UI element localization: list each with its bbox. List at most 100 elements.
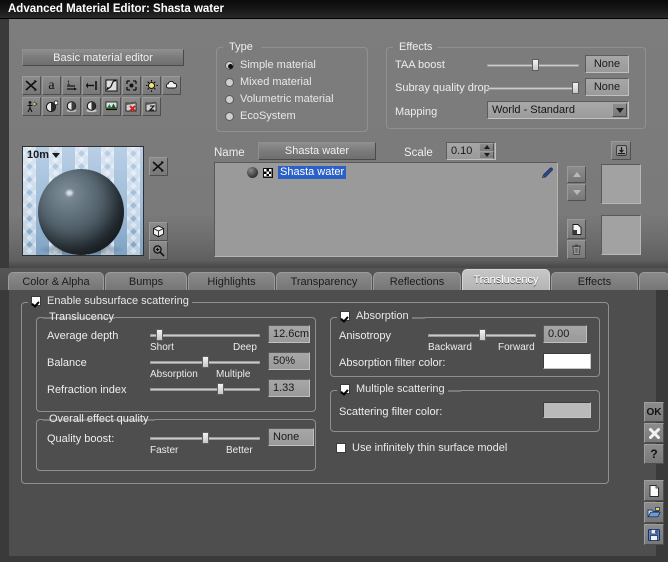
translucency-panel: Enable subsurface scattering Translucenc… <box>9 290 656 556</box>
taa-boost-slider[interactable] <box>487 59 579 71</box>
checkbox-indicator <box>340 384 350 394</box>
absorption-checkbox[interactable]: Absorption <box>337 310 412 322</box>
multiple-scattering-checkbox[interactable]: Multiple scattering <box>337 383 448 395</box>
quality-boost-slider[interactable] <box>150 432 260 444</box>
cloud-icon[interactable] <box>162 76 181 95</box>
average-depth-slider[interactable] <box>150 329 260 341</box>
scale-spinner[interactable] <box>479 143 494 159</box>
help-button[interactable]: ? <box>644 444 664 464</box>
tab-bar: Color & Alpha Bumps Highlights Transpare… <box>0 268 668 290</box>
preview-randomize-button[interactable] <box>149 157 168 176</box>
slider-thumb[interactable] <box>202 432 209 444</box>
slider-thumb[interactable] <box>479 329 486 341</box>
trash-icon[interactable] <box>567 240 586 259</box>
average-depth-value[interactable]: 12.6cm <box>268 325 310 343</box>
preview-scale-label[interactable]: 10m <box>27 149 61 161</box>
thin-surface-checkbox[interactable]: Use infinitely thin surface model <box>336 442 507 454</box>
anisotropy-label: Anisotropy <box>339 330 391 342</box>
new-button[interactable] <box>644 480 664 501</box>
mapping-select[interactable]: World - Standard <box>487 101 629 119</box>
tab-effects[interactable]: Effects <box>551 272 638 290</box>
light-bulb-icon[interactable] <box>142 76 161 95</box>
open-button[interactable] <box>644 502 664 523</box>
quality-boost-value[interactable]: None <box>268 428 314 446</box>
radio-label: EcoSystem <box>240 110 296 122</box>
balance-value[interactable]: 50% <box>268 352 310 370</box>
material-list-item-label: Shasta water <box>278 166 347 179</box>
scale-spinner-up[interactable] <box>479 143 494 152</box>
basic-material-editor-button[interactable]: Basic material editor <box>22 49 184 66</box>
thumbnail-preview-2[interactable] <box>601 215 641 255</box>
preview-shape-button[interactable] <box>149 222 168 241</box>
preview-zoom-button[interactable] <box>149 241 168 260</box>
translucency-group-title: Translucency <box>49 311 115 323</box>
duplicate-button[interactable] <box>567 219 586 239</box>
person-light-icon[interactable] <box>22 97 41 116</box>
terrain-icon[interactable] <box>102 97 121 116</box>
radio-simple-material[interactable]: Simple material <box>225 59 316 71</box>
anisotropy-value[interactable]: 0.00 <box>543 325 587 343</box>
slider-thumb[interactable] <box>155 329 163 341</box>
slider-thumb[interactable] <box>531 59 539 71</box>
absorption-filter-color-swatch[interactable] <box>543 353 591 369</box>
material-name-field[interactable]: Shasta water <box>258 142 376 160</box>
radio-mixed-material[interactable]: Mixed material <box>225 76 312 88</box>
text-a-icon[interactable]: a <box>42 76 61 95</box>
tab-color-alpha[interactable]: Color & Alpha <box>8 272 104 290</box>
checker-icon <box>263 167 273 178</box>
material-list[interactable]: Shasta water <box>214 162 558 257</box>
preview-sphere <box>38 169 124 255</box>
slider-thumb[interactable] <box>217 383 225 395</box>
tab-translucency[interactable]: Translucency <box>462 269 550 290</box>
tab-reflections[interactable]: Reflections <box>373 272 461 290</box>
tab-highlights[interactable]: Highlights <box>188 272 275 290</box>
subray-quality-drop-slider[interactable] <box>487 82 580 94</box>
tab-label: Translucency <box>473 274 539 286</box>
radio-volumetric-material[interactable]: Volumetric material <box>225 93 334 105</box>
ok-button[interactable]: OK <box>644 402 664 422</box>
radio-ecosystem[interactable]: EcoSystem <box>225 110 296 122</box>
material-preview[interactable]: 10m <box>22 146 144 256</box>
slider-thumb[interactable] <box>202 356 209 368</box>
window-title: Advanced Material Editor: Shasta water <box>8 3 225 15</box>
scale-label: Scale <box>404 147 433 159</box>
pencil-icon[interactable] <box>540 166 554 183</box>
move-up-button[interactable] <box>567 166 586 183</box>
chevron-down-icon[interactable] <box>52 152 61 158</box>
radio-indicator <box>225 111 234 121</box>
material-ball-icon[interactable] <box>62 97 81 116</box>
animation-edit-icon[interactable] <box>142 97 161 116</box>
tab-bumps[interactable]: Bumps <box>105 272 187 290</box>
anisotropy-slider[interactable] <box>428 329 536 341</box>
tab-overflow[interactable] <box>639 272 668 290</box>
import-material-button[interactable] <box>611 141 631 160</box>
bounding-box-icon[interactable] <box>122 76 141 95</box>
animation-delete-icon[interactable] <box>122 97 141 116</box>
sort-ascending-icon[interactable]: 1 <box>62 76 81 95</box>
cancel-button[interactable] <box>644 423 664 443</box>
left-edge-strip <box>0 19 9 562</box>
balance-slider[interactable] <box>150 356 260 368</box>
material-ball-alt-icon[interactable] <box>82 97 101 116</box>
refraction-index-value[interactable]: 1.33 <box>268 379 310 397</box>
subray-quality-drop-value[interactable]: None <box>585 78 629 96</box>
thumbnail-preview-1[interactable] <box>601 164 641 204</box>
open-folder-icon <box>647 506 661 517</box>
slider-thumb[interactable] <box>572 82 580 94</box>
save-button[interactable] <box>644 524 664 545</box>
chevron-down-icon[interactable] <box>612 103 627 117</box>
scale-spinner-down[interactable] <box>479 151 494 159</box>
table-row[interactable]: Shasta water <box>247 166 347 179</box>
enable-sss-checkbox[interactable]: Enable subsurface scattering <box>28 295 192 307</box>
mapping-value: World - Standard <box>492 104 575 116</box>
tab-transparency[interactable]: Transparency <box>276 272 372 290</box>
sphere-shading-icon[interactable] <box>42 97 61 116</box>
anisotropy-min-label: Backward <box>428 342 472 353</box>
curve-editor-icon[interactable] <box>102 76 121 95</box>
refraction-index-slider[interactable] <box>150 383 260 395</box>
shuffle-icon[interactable] <box>22 76 41 95</box>
move-down-button[interactable] <box>567 184 586 201</box>
scattering-filter-color-swatch[interactable] <box>543 402 591 418</box>
align-right-icon[interactable] <box>82 76 101 95</box>
taa-boost-value[interactable]: None <box>585 55 629 73</box>
